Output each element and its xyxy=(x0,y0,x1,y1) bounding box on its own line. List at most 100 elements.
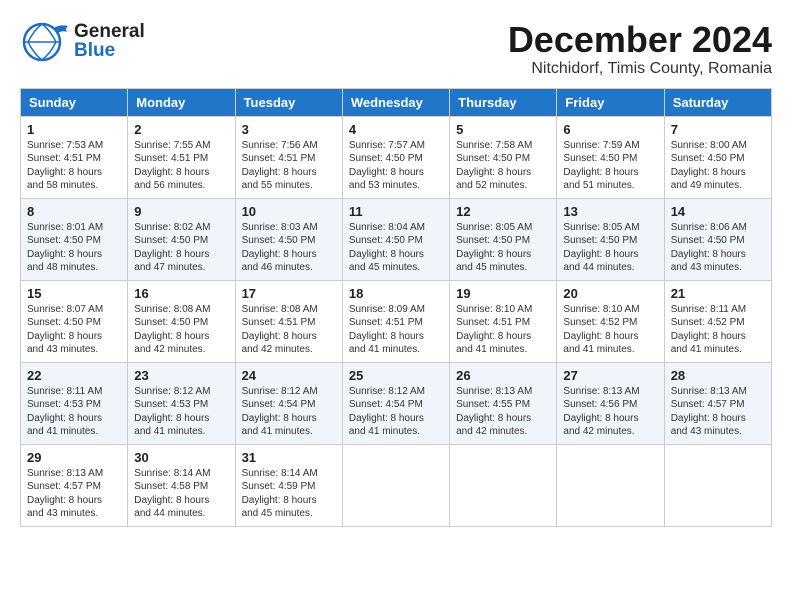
logo-icon xyxy=(20,20,70,62)
day-number: 31 xyxy=(242,450,336,465)
day-number: 17 xyxy=(242,286,336,301)
cell-info: Sunrise: 8:14 AMSunset: 4:59 PMDaylight:… xyxy=(242,467,336,521)
cell-info: Sunrise: 8:11 AMSunset: 4:53 PMDaylight:… xyxy=(27,385,121,439)
day-number: 4 xyxy=(349,122,443,137)
calendar-cell: 4 Sunrise: 7:57 AMSunset: 4:50 PMDaylight… xyxy=(342,116,449,198)
calendar-cell: 21 Sunrise: 8:11 AMSunset: 4:52 PMDayligh… xyxy=(664,280,771,362)
logo-general: General xyxy=(74,22,145,41)
calendar-cell: 29 Sunrise: 8:13 AMSunset: 4:57 PMDayligh… xyxy=(21,444,128,526)
cell-info: Sunrise: 8:06 AMSunset: 4:50 PMDaylight:… xyxy=(671,221,765,275)
cell-info: Sunrise: 8:04 AMSunset: 4:50 PMDaylight:… xyxy=(349,221,443,275)
day-number: 11 xyxy=(349,204,443,219)
calendar-cell: 11 Sunrise: 8:04 AMSunset: 4:50 PMDayligh… xyxy=(342,198,449,280)
calendar-table: SundayMondayTuesdayWednesdayThursdayFrid… xyxy=(20,88,772,527)
cell-info: Sunrise: 8:02 AMSunset: 4:50 PMDaylight:… xyxy=(134,221,228,275)
calendar-week-row: 22 Sunrise: 8:11 AMSunset: 4:53 PMDayligh… xyxy=(21,362,772,444)
calendar-cell: 9 Sunrise: 8:02 AMSunset: 4:50 PMDaylight… xyxy=(128,198,235,280)
calendar-cell: 19 Sunrise: 8:10 AMSunset: 4:51 PMDayligh… xyxy=(450,280,557,362)
calendar-cell: 6 Sunrise: 7:59 AMSunset: 4:50 PMDaylight… xyxy=(557,116,664,198)
calendar-cell xyxy=(342,444,449,526)
calendar-week-row: 8Sunrise: 8:01 AMSunset: 4:50 PMDaylight… xyxy=(21,198,772,280)
cell-info: Sunrise: 7:55 AMSunset: 4:51 PMDaylight:… xyxy=(134,139,228,193)
day-number: 15 xyxy=(27,286,121,301)
day-number: 19 xyxy=(456,286,550,301)
calendar-header-row: SundayMondayTuesdayWednesdayThursdayFrid… xyxy=(21,88,772,116)
day-number: 1 xyxy=(27,122,121,137)
cell-info: Sunrise: 8:13 AMSunset: 4:57 PMDaylight:… xyxy=(27,467,121,521)
day-number: 21 xyxy=(671,286,765,301)
day-number: 18 xyxy=(349,286,443,301)
calendar-cell xyxy=(557,444,664,526)
cell-info: Sunrise: 8:10 AMSunset: 4:52 PMDaylight:… xyxy=(563,303,657,357)
calendar-cell: 1 Sunrise: 7:53 AMSunset: 4:51 PMDaylight… xyxy=(21,116,128,198)
weekday-header-monday: Monday xyxy=(128,88,235,116)
calendar-cell: 8Sunrise: 8:01 AMSunset: 4:50 PMDaylight… xyxy=(21,198,128,280)
cell-info: Sunrise: 7:59 AMSunset: 4:50 PMDaylight:… xyxy=(563,139,657,193)
logo-blue: Blue xyxy=(74,41,145,60)
calendar-cell: 24 Sunrise: 8:12 AMSunset: 4:54 PMDayligh… xyxy=(235,362,342,444)
calendar-cell: 3Sunrise: 7:56 AMSunset: 4:51 PMDaylight… xyxy=(235,116,342,198)
day-number: 23 xyxy=(134,368,228,383)
cell-info: Sunrise: 8:08 AMSunset: 4:50 PMDaylight:… xyxy=(134,303,228,357)
day-number: 12 xyxy=(456,204,550,219)
day-number: 30 xyxy=(134,450,228,465)
cell-info: Sunrise: 8:13 AMSunset: 4:56 PMDaylight:… xyxy=(563,385,657,439)
calendar-cell: 16 Sunrise: 8:08 AMSunset: 4:50 PMDayligh… xyxy=(128,280,235,362)
calendar-cell: 12Sunrise: 8:05 AMSunset: 4:50 PMDayligh… xyxy=(450,198,557,280)
weekday-header-wednesday: Wednesday xyxy=(342,88,449,116)
cell-info: Sunrise: 8:12 AMSunset: 4:54 PMDaylight:… xyxy=(242,385,336,439)
weekday-header-tuesday: Tuesday xyxy=(235,88,342,116)
day-number: 9 xyxy=(134,204,228,219)
calendar-cell: 31 Sunrise: 8:14 AMSunset: 4:59 PMDayligh… xyxy=(235,444,342,526)
calendar-cell: 25 Sunrise: 8:12 AMSunset: 4:54 PMDayligh… xyxy=(342,362,449,444)
calendar-cell xyxy=(450,444,557,526)
day-number: 22 xyxy=(27,368,121,383)
weekday-header-thursday: Thursday xyxy=(450,88,557,116)
day-number: 20 xyxy=(563,286,657,301)
day-number: 14 xyxy=(671,204,765,219)
cell-info: Sunrise: 8:13 AMSunset: 4:57 PMDaylight:… xyxy=(671,385,765,439)
weekday-header-friday: Friday xyxy=(557,88,664,116)
page-subtitle: Nitchidorf, Timis County, Romania xyxy=(508,60,772,78)
cell-info: Sunrise: 8:09 AMSunset: 4:51 PMDaylight:… xyxy=(349,303,443,357)
calendar-cell: 28Sunrise: 8:13 AMSunset: 4:57 PMDayligh… xyxy=(664,362,771,444)
day-number: 25 xyxy=(349,368,443,383)
logo-text: General Blue xyxy=(74,22,145,60)
logo: General Blue xyxy=(20,20,145,62)
day-number: 27 xyxy=(563,368,657,383)
cell-info: Sunrise: 8:08 AMSunset: 4:51 PMDaylight:… xyxy=(242,303,336,357)
cell-info: Sunrise: 7:53 AMSunset: 4:51 PMDaylight:… xyxy=(27,139,121,193)
calendar-cell: 30 Sunrise: 8:14 AMSunset: 4:58 PMDayligh… xyxy=(128,444,235,526)
calendar-cell: 7 Sunrise: 8:00 AMSunset: 4:50 PMDaylight… xyxy=(664,116,771,198)
day-number: 5 xyxy=(456,122,550,137)
cell-info: Sunrise: 8:14 AMSunset: 4:58 PMDaylight:… xyxy=(134,467,228,521)
cell-info: Sunrise: 8:12 AMSunset: 4:54 PMDaylight:… xyxy=(349,385,443,439)
day-number: 29 xyxy=(27,450,121,465)
day-number: 10 xyxy=(242,204,336,219)
calendar-week-row: 29 Sunrise: 8:13 AMSunset: 4:57 PMDayligh… xyxy=(21,444,772,526)
calendar-cell: 27 Sunrise: 8:13 AMSunset: 4:56 PMDayligh… xyxy=(557,362,664,444)
calendar-week-row: 1 Sunrise: 7:53 AMSunset: 4:51 PMDaylight… xyxy=(21,116,772,198)
calendar-cell: 20 Sunrise: 8:10 AMSunset: 4:52 PMDayligh… xyxy=(557,280,664,362)
day-number: 8 xyxy=(27,204,121,219)
page-header: General Blue December 2024 Nitchidorf, T… xyxy=(20,20,772,78)
cell-info: Sunrise: 8:00 AMSunset: 4:50 PMDaylight:… xyxy=(671,139,765,193)
title-block: December 2024 Nitchidorf, Timis County, … xyxy=(508,20,772,78)
calendar-cell: 14 Sunrise: 8:06 AMSunset: 4:50 PMDayligh… xyxy=(664,198,771,280)
calendar-cell: 2 Sunrise: 7:55 AMSunset: 4:51 PMDaylight… xyxy=(128,116,235,198)
day-number: 2 xyxy=(134,122,228,137)
day-number: 16 xyxy=(134,286,228,301)
calendar-week-row: 15Sunrise: 8:07 AMSunset: 4:50 PMDayligh… xyxy=(21,280,772,362)
cell-info: Sunrise: 7:56 AMSunset: 4:51 PMDaylight:… xyxy=(242,139,336,193)
cell-info: Sunrise: 8:03 AMSunset: 4:50 PMDaylight:… xyxy=(242,221,336,275)
cell-info: Sunrise: 8:11 AMSunset: 4:52 PMDaylight:… xyxy=(671,303,765,357)
weekday-header-saturday: Saturday xyxy=(664,88,771,116)
cell-info: Sunrise: 7:58 AMSunset: 4:50 PMDaylight:… xyxy=(456,139,550,193)
calendar-cell: 26Sunrise: 8:13 AMSunset: 4:55 PMDayligh… xyxy=(450,362,557,444)
day-number: 6 xyxy=(563,122,657,137)
day-number: 24 xyxy=(242,368,336,383)
cell-info: Sunrise: 8:10 AMSunset: 4:51 PMDaylight:… xyxy=(456,303,550,357)
calendar-cell: 22 Sunrise: 8:11 AMSunset: 4:53 PMDayligh… xyxy=(21,362,128,444)
day-number: 7 xyxy=(671,122,765,137)
cell-info: Sunrise: 7:57 AMSunset: 4:50 PMDaylight:… xyxy=(349,139,443,193)
